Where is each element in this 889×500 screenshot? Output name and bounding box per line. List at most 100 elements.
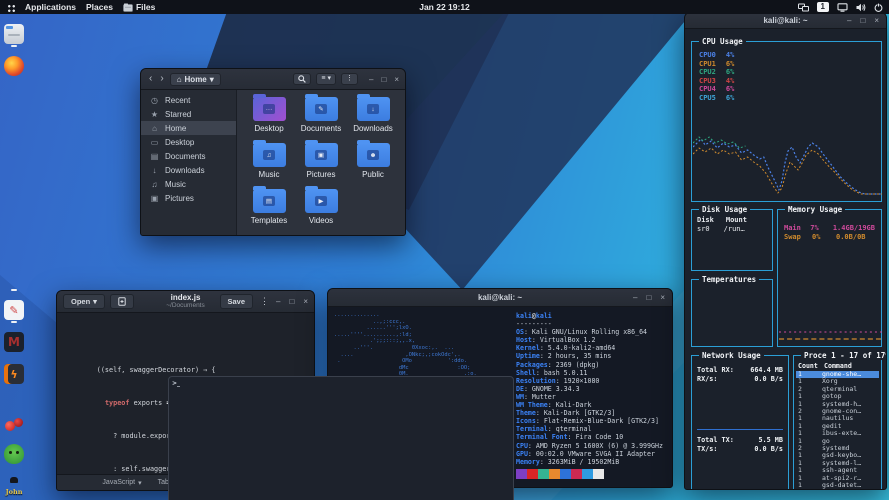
folder-badge-icon: ··· [263,104,275,114]
document-title: index.js [166,294,204,303]
view-caret-icon: ▾ [328,75,332,83]
folder-item[interactable]: ✎ Documents [295,97,347,143]
folder-label: Pictures [307,170,336,179]
ettercap-icon[interactable] [4,444,24,467]
memory-usage-graph [779,244,882,344]
places-menu[interactable]: Places [86,2,113,12]
back-button[interactable]: ‹ [147,74,154,84]
folder-badge-icon: ✎ [315,104,327,114]
disk-mount: /run… [724,225,745,234]
minimize-button[interactable]: – [847,17,851,25]
memory-panel-title: Memory Usage [785,205,845,214]
save-button[interactable]: Save [220,294,254,309]
folder-label: Videos [309,216,333,225]
maximize-button[interactable]: □ [381,75,386,84]
folder-item[interactable]: ♫ Music [243,143,295,189]
neofetch-line: ThemeKali-Dark [GTK2/3] [516,409,663,417]
display-icon[interactable] [837,3,848,12]
cpu-legend-row: CPU3 4% [699,77,734,86]
maximize-button[interactable]: □ [289,298,294,306]
folder-label: Public [362,170,384,179]
firefox-icon[interactable] [4,56,24,79]
cpu-legend-row: CPU0 4% [699,51,734,60]
info-value: bash 5.0.11 [544,369,588,377]
folder-item[interactable]: ▶ Videos [295,189,347,235]
file-manager-icon[interactable] [4,24,24,47]
editor-menu-icon[interactable]: ⋮ [260,296,269,307]
processes-panel-title: Proce 1 - 17 of 179 [801,351,887,360]
minimize-button[interactable]: – [276,298,280,306]
memory-detail: 1.4GB/19GB [833,224,875,233]
palette-swatch [538,469,549,479]
terminal-icon[interactable]: >_ [0,88,187,291]
close-button[interactable]: × [394,75,399,84]
neofetch-separator: --------- [516,320,663,328]
folder-item[interactable]: ☻ Public [347,143,399,189]
minimize-button[interactable]: – [369,75,373,84]
folder-item[interactable]: ··· Desktop [243,97,295,143]
path-bar[interactable]: ⌂ Home ▾ [170,73,221,86]
search-button[interactable] [293,73,311,85]
processes-list: 1 gnome-she… 1 Xorg 2 qterminal [794,371,881,490]
cpu-name: CPU0 [699,51,716,60]
volume-icon[interactable] [856,3,866,12]
open-button[interactable]: Open ▾ [63,294,105,309]
process-row[interactable]: 1 scsi_eh_0 [796,490,879,491]
neofetch-line: Resolution1920×1080 [516,377,663,385]
info-label: Icons [516,417,544,425]
text-editor-icon[interactable]: ✎ [4,300,24,323]
neofetch-user-host: kali@kali [516,312,663,320]
process-row[interactable]: 1 ibus-exte… [796,430,879,437]
close-button[interactable]: × [303,298,308,306]
editor-title: index.js ~/Documents [166,294,204,310]
editor-header-right: Save ⋮ – □ × [220,294,309,309]
folder-item[interactable]: ▣ Pictures [295,143,347,189]
folder-icon: ↓ [357,97,390,121]
folder-label: Music [259,170,280,179]
path-caret-icon: ▾ [210,75,214,84]
language-selector[interactable]: JavaScript ▾ [102,479,141,487]
network-stat-label: TX/s: [697,445,717,454]
close-button[interactable]: × [874,17,879,25]
maximize-button[interactable]: □ [860,17,865,25]
folder-item[interactable]: ▤ Templates [243,189,295,235]
menu-dots-icon: ⋮ [346,75,353,83]
disk-table-header: Disk Mount [697,216,767,225]
document-path: ~/Documents [166,302,204,309]
disk-row[interactable]: sr0 /run… [697,225,767,234]
clock[interactable]: Jan 22 19:12 [419,2,470,12]
minimize-button[interactable]: – [633,294,637,302]
folder-badge-icon: ↓ [367,104,379,114]
process-count: 1 [798,490,822,491]
info-value: qterminal [556,425,592,433]
memory-percent: 0% [812,233,836,242]
dock: >_ ✎ M ϟ [0,24,28,500]
neofetch-line: Terminal FontFira Code 10 [516,433,663,441]
info-value: 1920×1080 [564,377,600,385]
view-toggle-button[interactable]: ≡ ▾ [316,73,336,85]
cherrytree-icon[interactable] [4,412,24,435]
activities-grid-icon[interactable] [6,3,15,12]
applications-menu[interactable]: Applications [25,2,76,12]
neofetch-line: WMMutter [516,393,663,401]
menu-button[interactable]: ⋮ [341,73,358,85]
monitor-titlebar: kali@kali: ~ – □ × [685,13,886,29]
close-button[interactable]: × [660,294,665,302]
john-the-ripper-icon[interactable]: John [4,476,24,499]
forward-button[interactable]: › [158,74,165,84]
cpu-percent: 6% [726,85,734,94]
network-icon[interactable] [798,3,809,12]
neofetch-line: GPU00:02.0 VMware SVGA II Adapter [516,450,663,458]
workspace-indicator[interactable]: 1 [817,2,829,12]
focused-app-menu[interactable]: Files [123,2,155,12]
folder-item[interactable]: ↓ Downloads [347,97,399,143]
burpsuite-icon[interactable]: ϟ [4,364,24,387]
folder-icon: ☻ [357,143,390,167]
memory-row: Main 7% 1.4GB/19GB [784,224,875,233]
maximize-button[interactable]: □ [646,294,651,302]
metasploit-icon[interactable]: M [4,332,24,355]
power-icon[interactable] [874,3,883,12]
memory-detail: 0.0B/0B [836,233,866,242]
network-stat-row: RX/s: 0.0 B/s [697,375,783,384]
new-document-button[interactable] [110,294,134,309]
